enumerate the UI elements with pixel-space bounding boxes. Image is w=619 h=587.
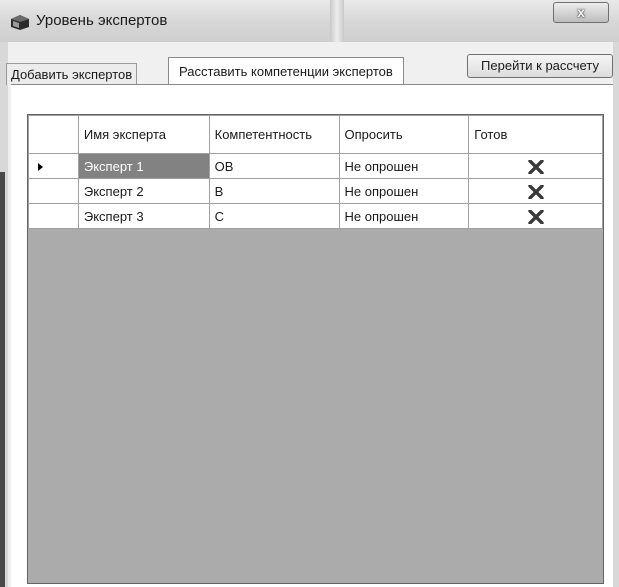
title-bar[interactable]: Уровень экспертов x — [0, 0, 619, 42]
column-header-name[interactable]: Имя эксперта — [77, 115, 210, 154]
competence-cell[interactable]: В — [208, 178, 340, 204]
ask-status-cell[interactable]: Не опрошен — [338, 203, 470, 229]
experts-table: Имя эксперта Компетентность Опросить Гот… — [28, 115, 603, 229]
column-header-ask[interactable]: Опросить — [338, 115, 470, 154]
experts-grid[interactable]: Имя эксперта Компетентность Опросить Гот… — [27, 114, 604, 584]
dialog-window: Уровень экспертов x Добавить экспертов Р… — [0, 0, 619, 587]
title-bar-highlight — [330, 0, 344, 42]
go-to-calculation-button[interactable]: Перейти к рассчету — [467, 54, 613, 78]
tab-set-competence[interactable]: Расставить компетенции экспертов — [168, 57, 404, 85]
expert-name-cell[interactable]: Эксперт 1 — [77, 153, 210, 179]
x-icon — [527, 159, 544, 174]
table-row[interactable]: Эксперт 2 В Не опрошен — [28, 178, 603, 204]
x-icon — [527, 184, 544, 199]
expert-name-cell[interactable]: Эксперт 3 — [77, 203, 210, 229]
competence-cell[interactable]: С — [208, 203, 340, 229]
tab-add-experts[interactable]: Добавить экспертов — [6, 63, 138, 85]
competence-cell[interactable]: ОВ — [208, 153, 340, 179]
row-header-corner — [28, 115, 79, 154]
row-header[interactable] — [28, 153, 79, 179]
row-header[interactable] — [28, 178, 79, 204]
ready-cell[interactable] — [468, 178, 603, 204]
expert-name-cell[interactable]: Эксперт 2 — [77, 178, 210, 204]
ask-status-cell[interactable]: Не опрошен — [338, 178, 470, 204]
x-icon — [527, 209, 544, 224]
ready-cell[interactable] — [468, 153, 603, 179]
grid-header-row: Имя эксперта Компетентность Опросить Гот… — [28, 115, 603, 154]
close-icon: x — [577, 4, 585, 20]
app-icon — [11, 15, 29, 30]
window-title: Уровень экспертов — [36, 12, 168, 29]
window-frame-left — [0, 42, 8, 587]
ready-cell[interactable] — [468, 203, 603, 229]
row-header[interactable] — [28, 203, 79, 229]
window-frame-right — [613, 42, 619, 587]
table-row[interactable]: Эксперт 3 С Не опрошен — [28, 203, 603, 229]
column-header-ready[interactable]: Готов — [468, 115, 603, 154]
window-content: Добавить экспертов Расставить компетенци… — [6, 42, 613, 587]
current-row-arrow-icon — [38, 163, 43, 172]
column-header-competence[interactable]: Компетентность — [208, 115, 340, 154]
close-button[interactable]: x — [553, 2, 609, 23]
ask-status-cell[interactable]: Не опрошен — [338, 153, 470, 179]
table-row[interactable]: Эксперт 1 ОВ Не опрошен — [28, 153, 603, 179]
